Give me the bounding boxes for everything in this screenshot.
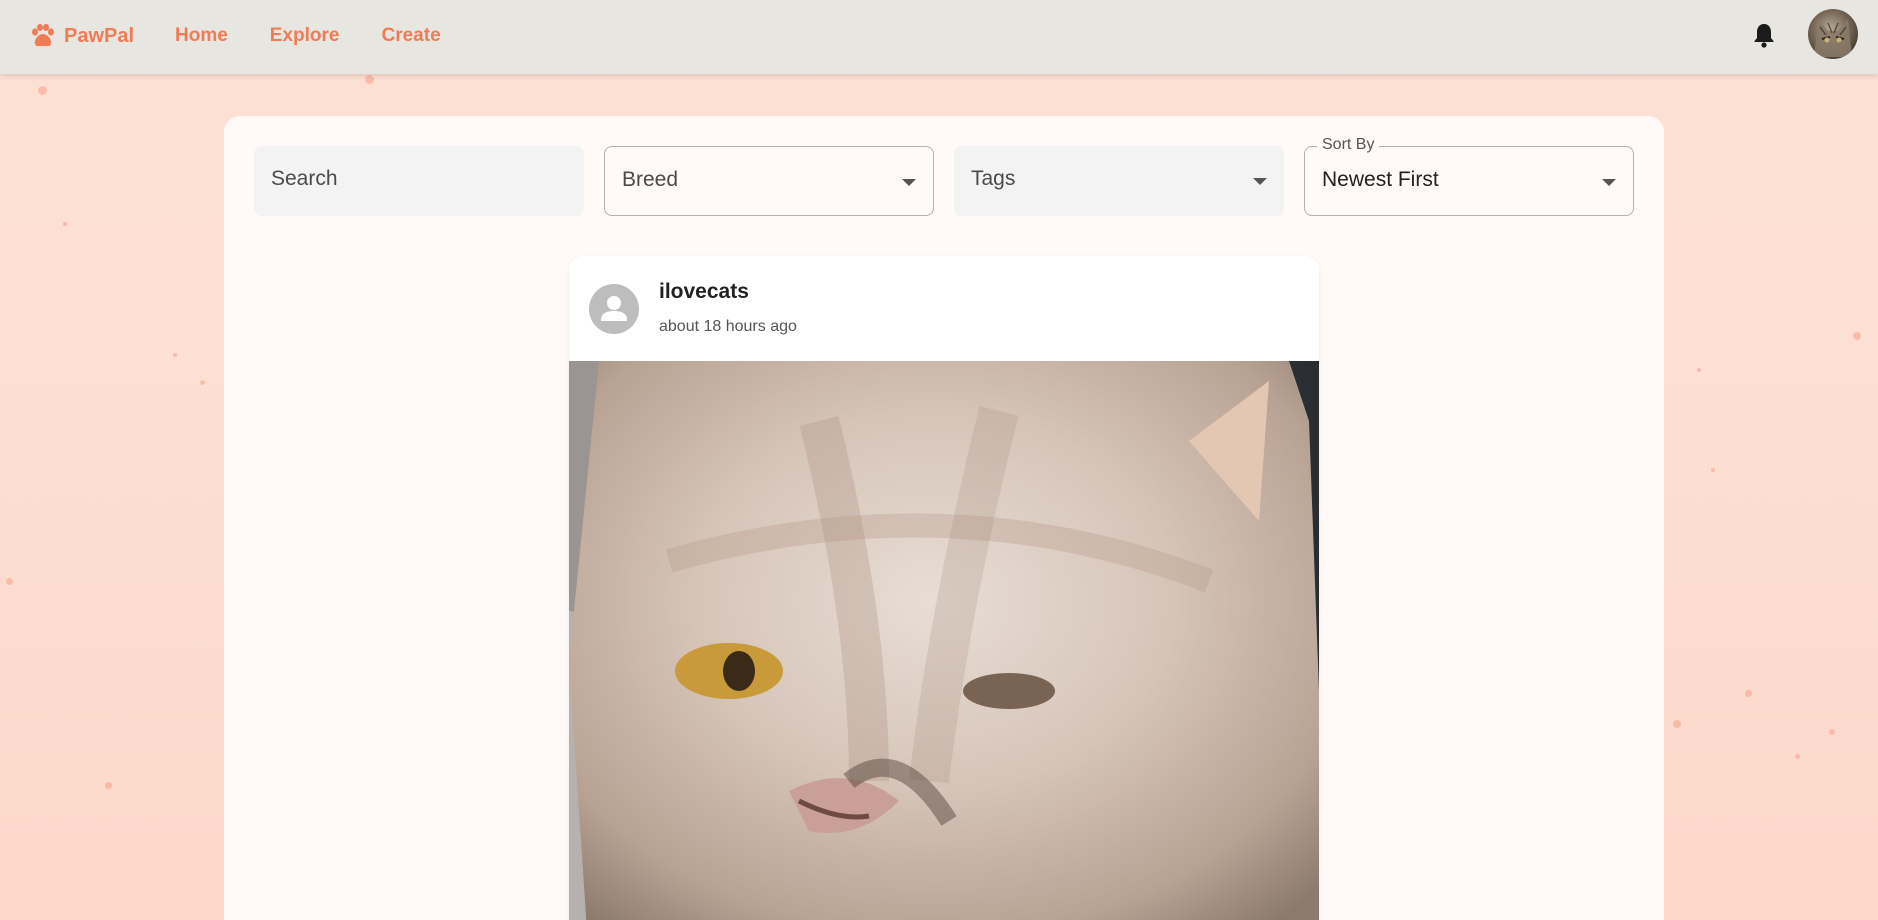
decor-dot — [63, 222, 67, 226]
chevron-down-icon — [1253, 178, 1267, 185]
decor-dot — [1829, 729, 1835, 735]
sort-legend: Sort By — [1317, 136, 1380, 154]
sort-select[interactable]: Sort By Newest First — [1304, 136, 1634, 216]
decor-dot — [38, 86, 47, 95]
tags-label: Tags — [971, 167, 1016, 190]
decor-dot — [1795, 754, 1800, 759]
main-nav: Home Explore Create — [175, 22, 441, 50]
post-card[interactable]: ilovecats about 18 hours ago — [569, 256, 1319, 920]
cat-photo — [569, 361, 1319, 920]
decor-dot — [1711, 468, 1715, 472]
decor-dot — [365, 75, 374, 84]
decor-dot — [200, 380, 205, 385]
post-image[interactable] — [569, 361, 1319, 920]
tags-select[interactable]: Tags — [954, 146, 1284, 216]
nav-create-link[interactable]: Create — [382, 22, 441, 50]
post-timestamp: about 18 hours ago — [659, 318, 797, 335]
search-placeholder: Search — [271, 167, 338, 190]
person-icon — [601, 296, 627, 321]
paw-icon — [32, 23, 54, 47]
decor-dot — [1697, 368, 1701, 372]
nav-home-link[interactable]: Home — [175, 22, 228, 50]
sort-value: Newest First — [1322, 168, 1439, 191]
decor-dot — [1745, 690, 1752, 697]
brand-logo[interactable]: PawPal — [28, 20, 134, 52]
decor-dot — [173, 353, 177, 357]
post-username[interactable]: ilovecats — [659, 280, 749, 304]
nav-explore-link[interactable]: Explore — [270, 22, 340, 50]
bell-icon[interactable] — [1752, 22, 1776, 48]
decor-dot — [1673, 720, 1681, 728]
breed-select[interactable]: Breed — [604, 146, 934, 216]
cat-photo-icon — [1814, 19, 1852, 57]
user-avatar[interactable] — [1808, 9, 1858, 59]
decor-dot — [6, 578, 13, 585]
decor-dot — [1853, 332, 1861, 340]
post-author-avatar[interactable] — [589, 284, 639, 334]
brand-name: PawPal — [64, 24, 135, 47]
chevron-down-icon — [1602, 179, 1616, 186]
feed-panel: Search Breed Tags Sort By Newest First i… — [224, 116, 1664, 920]
top-navbar: PawPal Home Explore Create — [0, 0, 1878, 74]
decor-dot — [105, 782, 112, 789]
breed-label: Breed — [622, 168, 679, 191]
chevron-down-icon — [902, 179, 916, 186]
search-input[interactable]: Search — [254, 146, 584, 216]
